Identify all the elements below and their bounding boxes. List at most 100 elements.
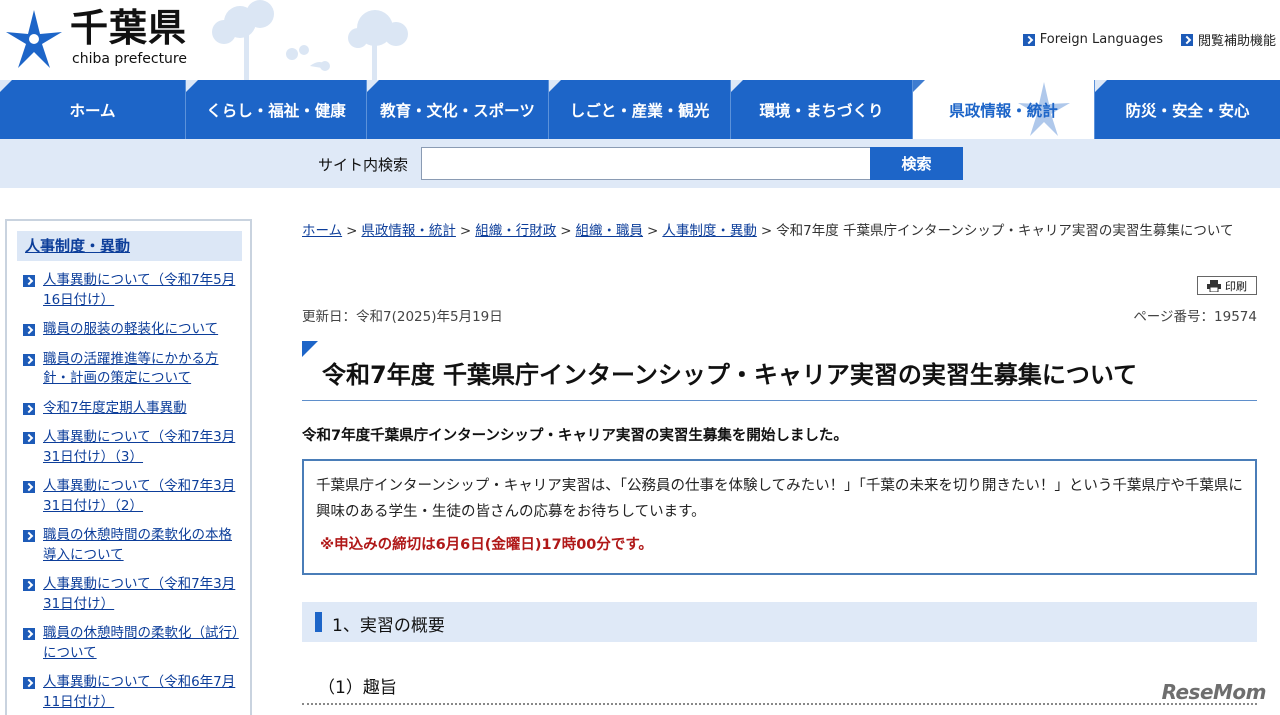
sidebar-link[interactable]: 人事異動について（令和7年5月16日付け） bbox=[43, 271, 240, 310]
nav-environment-town[interactable]: 環境・まちづくり bbox=[730, 80, 912, 139]
heading-bar-icon bbox=[315, 612, 322, 632]
subsection-heading: （1）趣旨 bbox=[302, 665, 1257, 705]
breadcrumb-separator: > bbox=[459, 223, 472, 239]
sidebar-item: 人事異動について（令和7年3月31日付け） bbox=[23, 575, 240, 614]
arrow-icon bbox=[23, 432, 35, 444]
util-link-label: 閲覧補助機能 bbox=[1197, 34, 1276, 49]
breadcrumb-link-organization-staff[interactable]: 組織・職員 bbox=[576, 223, 644, 239]
page-meta: 更新日：令和7(2025)年5月19日 ページ番号：19574 bbox=[302, 305, 1257, 325]
arrow-icon bbox=[23, 579, 35, 591]
utility-links: Foreign Languages 閲覧補助機能 bbox=[1022, 30, 1276, 49]
breadcrumb-link-prefectural-info[interactable]: 県政情報・統計 bbox=[361, 223, 456, 239]
print-label: 印刷 bbox=[1225, 280, 1247, 293]
sidebar-heading-link[interactable]: 人事制度・異動 bbox=[25, 237, 130, 255]
nav-label: くらし・福祉・健康 bbox=[206, 101, 346, 120]
nav-label: 県政情報・統計 bbox=[949, 101, 1058, 120]
corner-marker-icon bbox=[731, 80, 743, 92]
sidebar-item: 人事異動について（令和7年5月16日付け） bbox=[23, 271, 240, 310]
sidebar-item: 職員の活躍推進等にかかる方針・計画の策定について bbox=[23, 350, 240, 389]
site-header: 千葉県 chiba prefecture Foreign Languages 閲… bbox=[0, 0, 1280, 80]
sidebar-item: 人事異動について（令和7年3月31日付け）（2） bbox=[23, 477, 240, 516]
sidebar-link[interactable]: 人事異動について（令和7年3月31日付け）（2） bbox=[43, 477, 240, 516]
nav-disaster-safety[interactable]: 防災・安全・安心 bbox=[1094, 80, 1280, 139]
arrow-icon bbox=[23, 275, 35, 287]
breadcrumb-link-organization-finance[interactable]: 組織・行財政 bbox=[475, 223, 556, 239]
section-heading-text: 1、実習の概要 bbox=[332, 616, 445, 636]
breadcrumb-separator: > bbox=[647, 223, 659, 239]
corner-marker-icon bbox=[913, 80, 925, 92]
arrow-icon bbox=[23, 353, 35, 366]
sidebar-item: 人事異動について（令和7年3月31日付け）（3） bbox=[23, 428, 240, 467]
corner-marker-icon bbox=[302, 341, 318, 357]
nav-living-welfare-health[interactable]: くらし・福祉・健康 bbox=[185, 80, 366, 139]
arrow-icon bbox=[23, 628, 35, 640]
sidebar-list: 人事異動について（令和7年5月16日付け） 職員の服装の軽装化について 職員の活… bbox=[7, 271, 250, 712]
page-title-block: 令和7年度 千葉県庁インターンシップ・キャリア実習の実習生募集について bbox=[302, 341, 1257, 401]
sidebar-link[interactable]: 人事異動について（令和7年3月31日付け） bbox=[43, 575, 240, 614]
updated-date: 更新日：令和7(2025)年5月19日 bbox=[302, 309, 503, 325]
nav-education-culture-sports[interactable]: 教育・文化・スポーツ bbox=[366, 80, 548, 139]
breadcrumb: ホーム > 県政情報・統計 > 組織・行財政 > 組織・職員 > 人事制度・異動 > 令和7年度 千… bbox=[302, 219, 1257, 244]
foreign-languages-link[interactable]: Foreign Languages bbox=[1022, 30, 1163, 49]
arrow-icon bbox=[23, 530, 35, 542]
nav-label: ホーム bbox=[69, 101, 116, 120]
sidebar-link[interactable]: 職員の活躍推進等にかかる方針・計画の策定について bbox=[43, 350, 240, 389]
main-content: ホーム > 県政情報・統計 > 組織・行財政 > 組織・職員 > 人事制度・異動 > 令和7年度 千… bbox=[302, 219, 1257, 705]
page-title: 令和7年度 千葉県庁インターンシップ・キャリア実習の実習生募集について bbox=[322, 361, 1138, 389]
arrow-icon bbox=[23, 402, 35, 415]
site-search-bar: サイト内検索 検索 bbox=[0, 139, 1280, 188]
site-logo[interactable]: 千葉県 chiba prefecture bbox=[4, 2, 204, 76]
global-nav: ホーム くらし・福祉・健康 教育・文化・スポーツ しごと・産業・観光 環境・まち… bbox=[0, 80, 1280, 139]
breadcrumb-separator: > bbox=[346, 223, 358, 239]
sidebar-link[interactable]: 人事異動について（令和7年3月31日付け）（3） bbox=[43, 428, 240, 467]
logo-japanese: 千葉県 bbox=[70, 6, 188, 50]
sidebar-item: 職員の休憩時間の柔軟化の本格導入について bbox=[23, 526, 240, 565]
corner-marker-icon bbox=[549, 80, 561, 92]
breadcrumb-separator: > bbox=[760, 223, 773, 239]
deadline-alert: ※申込みの締切は6月6日(金曜日)17時00分です。 bbox=[320, 537, 653, 553]
sidebar-item: 職員の休憩時間の柔軟化（試行）について bbox=[23, 624, 240, 663]
tree-decoration-icon bbox=[212, 0, 408, 80]
subsection-heading-text: （1）趣旨 bbox=[318, 678, 397, 698]
nav-label: 教育・文化・スポーツ bbox=[380, 101, 535, 120]
arrow-icon bbox=[23, 481, 35, 493]
accessibility-link[interactable]: 閲覧補助機能 bbox=[1180, 30, 1276, 49]
sidebar-link[interactable]: 職員の休憩時間の柔軟化（試行）について bbox=[43, 624, 240, 663]
sidebar-item: 職員の服装の軽装化について bbox=[23, 320, 240, 340]
sidebar-item: 令和7年度定期人事異動 bbox=[23, 399, 240, 419]
corner-marker-icon bbox=[186, 80, 198, 92]
arrow-icon bbox=[1180, 33, 1193, 46]
corner-marker-icon bbox=[0, 80, 12, 92]
breadcrumb-separator: > bbox=[560, 223, 572, 239]
corner-marker-icon bbox=[367, 80, 379, 92]
arrow-icon bbox=[1022, 33, 1035, 46]
notice-box: 千葉県庁インターンシップ・キャリア実習は、「公務員の仕事を体験してみたい！」「千… bbox=[302, 459, 1257, 575]
page-number: ページ番号：19574 bbox=[1133, 309, 1257, 325]
nav-home[interactable]: ホーム bbox=[0, 80, 185, 139]
sidebar-link[interactable]: 人事異動について（令和6年7月11日付け） bbox=[43, 673, 240, 712]
arrow-icon bbox=[23, 677, 35, 689]
nav-label: 環境・まちづくり bbox=[759, 101, 884, 120]
resemom-watermark: ReseMom bbox=[1161, 680, 1267, 704]
sidebar-link[interactable]: 職員の休憩時間の柔軟化の本格導入について bbox=[43, 526, 240, 565]
breadcrumb-current: 令和7年度 千葉県庁インターンシップ・キャリア実習の実習生募集について bbox=[776, 223, 1234, 239]
search-button[interactable]: 検索 bbox=[870, 147, 963, 180]
section-heading: 1、実習の概要 bbox=[302, 602, 1257, 642]
sidebar: 人事制度・異動 人事異動について（令和7年5月16日付け） 職員の服装の軽装化に… bbox=[5, 219, 252, 715]
chiba-emblem-icon bbox=[6, 10, 62, 68]
breadcrumb-link-personnel[interactable]: 人事制度・異動 bbox=[662, 223, 757, 239]
nav-work-industry-tourism[interactable]: しごと・産業・観光 bbox=[548, 80, 730, 139]
search-input[interactable] bbox=[421, 147, 871, 180]
print-button[interactable]: 印刷 bbox=[1197, 276, 1257, 295]
printer-icon bbox=[1207, 279, 1221, 292]
notice-body: 千葉県庁インターンシップ・キャリア実習は、「公務員の仕事を体験してみたい！」「千… bbox=[316, 478, 1243, 520]
logo-english: chiba prefecture bbox=[72, 51, 187, 67]
search-label: サイト内検索 bbox=[318, 156, 409, 174]
lead-text: 令和7年度千葉県庁インターンシップ・キャリア実習の実習生募集を開始しました。 bbox=[302, 428, 848, 444]
nav-label: 防災・安全・安心 bbox=[1125, 101, 1250, 120]
nav-prefectural-info-stats[interactable]: 県政情報・統計 bbox=[912, 80, 1094, 139]
breadcrumb-link-home[interactable]: ホーム bbox=[302, 223, 342, 239]
sidebar-link[interactable]: 職員の服装の軽装化について bbox=[43, 320, 218, 340]
sidebar-link[interactable]: 令和7年度定期人事異動 bbox=[43, 399, 187, 419]
corner-marker-icon bbox=[1095, 80, 1107, 92]
